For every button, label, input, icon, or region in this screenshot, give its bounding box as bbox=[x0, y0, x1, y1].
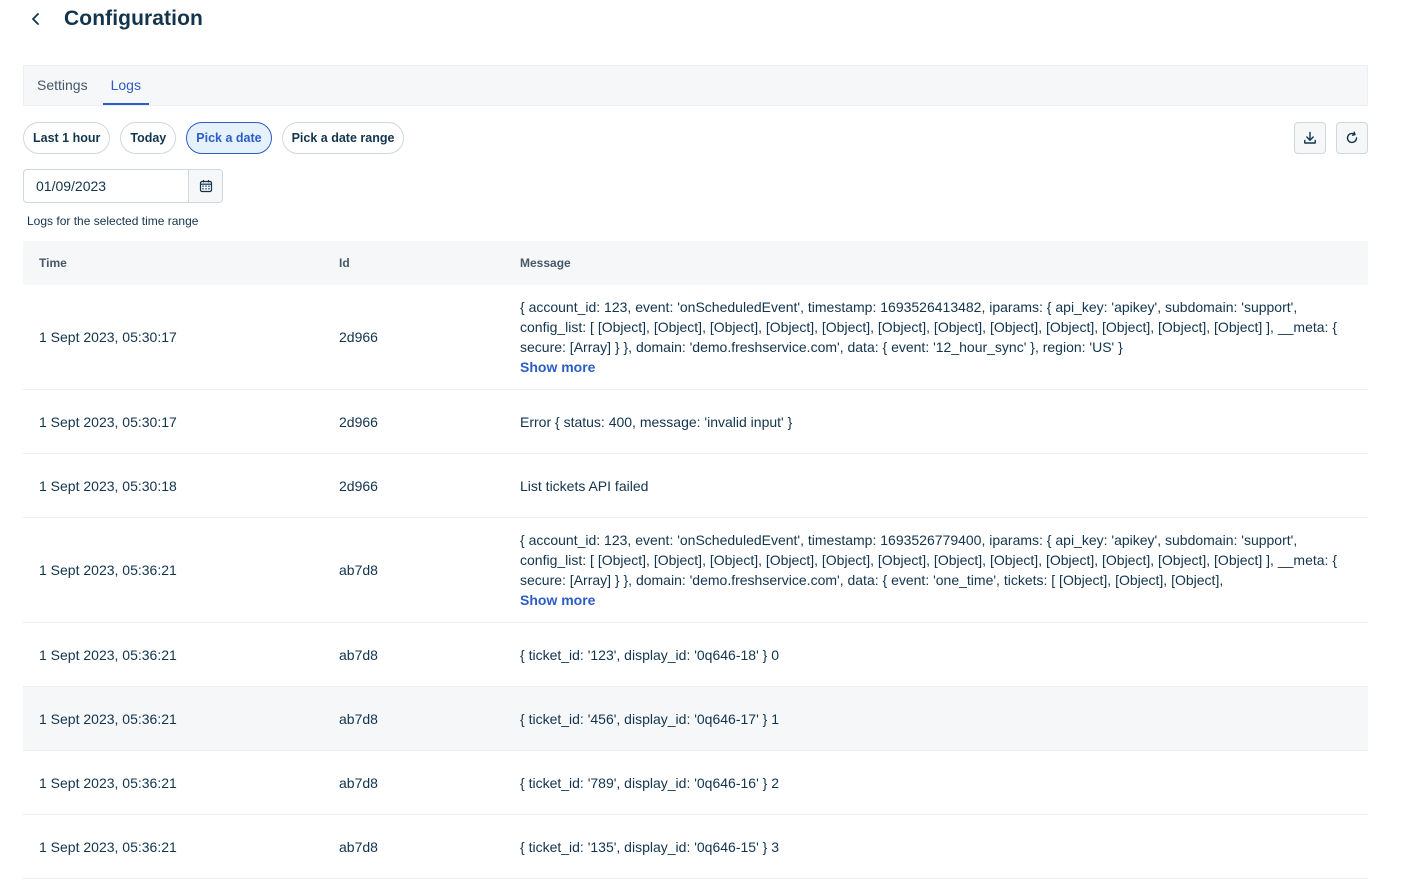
cell-time: 1 Sept 2023, 05:36:21 bbox=[39, 774, 177, 791]
cell-message: Error { status: 400, message: 'invalid i… bbox=[520, 413, 793, 430]
cell-message: { ticket_id: '789', display_id: '0q646-1… bbox=[520, 774, 779, 791]
logs-range-caption: Logs for the selected time range bbox=[27, 214, 199, 228]
cell-id: ab7d8 bbox=[339, 710, 378, 727]
cell-message: { account_id: 123, event: 'onScheduledEv… bbox=[504, 530, 1368, 610]
cell-time: 1 Sept 2023, 05:36:21 bbox=[39, 646, 177, 663]
calendar-button[interactable] bbox=[188, 170, 222, 202]
download-icon bbox=[1304, 131, 1316, 144]
column-header-id[interactable]: Id bbox=[323, 256, 504, 270]
table-row: 1 Sept 2023, 05:36:21 ab7d8 { ticket_id:… bbox=[23, 751, 1368, 815]
cell-id: ab7d8 bbox=[339, 646, 378, 663]
cell-message: { account_id: 123, event: 'onScheduledEv… bbox=[504, 297, 1368, 377]
message-text: { account_id: 123, event: 'onScheduledEv… bbox=[520, 299, 1337, 355]
cell-time: 1 Sept 2023, 05:36:21 bbox=[39, 562, 177, 578]
cell-message: { ticket_id: '456', display_id: '0q646-1… bbox=[520, 710, 779, 727]
table-row: 1 Sept 2023, 05:30:18 2d966 List tickets… bbox=[23, 454, 1368, 518]
cell-message: { ticket_id: '123', display_id: '0q646-1… bbox=[520, 646, 779, 663]
filter-pick-a-date[interactable]: Pick a date bbox=[186, 122, 272, 154]
cell-time: 1 Sept 2023, 05:36:21 bbox=[39, 838, 177, 855]
show-more-link[interactable]: Show more bbox=[520, 357, 595, 377]
back-button[interactable] bbox=[23, 6, 49, 32]
cell-id: ab7d8 bbox=[339, 774, 378, 791]
cell-id: ab7d8 bbox=[339, 838, 378, 855]
calendar-icon bbox=[199, 180, 212, 193]
table-row: 1 Sept 2023, 05:30:17 2d966 { account_id… bbox=[23, 285, 1368, 390]
table-row: 1 Sept 2023, 05:36:21 ab7d8 { ticket_id:… bbox=[23, 687, 1368, 751]
page-title: Configuration bbox=[64, 7, 203, 30]
table-row: 1 Sept 2023, 05:36:21 ab7d8 { ticket_id:… bbox=[23, 815, 1368, 879]
column-header-time[interactable]: Time bbox=[23, 256, 323, 270]
cell-time: 1 Sept 2023, 05:30:17 bbox=[39, 329, 177, 345]
message-text: { account_id: 123, event: 'onScheduledEv… bbox=[520, 532, 1337, 588]
refresh-button[interactable] bbox=[1336, 122, 1368, 154]
cell-id: 2d966 bbox=[339, 329, 378, 345]
table-row: 1 Sept 2023, 05:36:21 ab7d8 { account_id… bbox=[23, 518, 1368, 623]
table-header: Time Id Message bbox=[23, 241, 1368, 285]
chevron-left-icon bbox=[32, 13, 39, 25]
table-row: 1 Sept 2023, 05:36:21 ab7d8 { ticket_id:… bbox=[23, 623, 1368, 687]
column-header-message[interactable]: Message bbox=[504, 253, 1368, 273]
page-header: Configuration bbox=[23, 0, 203, 38]
tab-settings[interactable]: Settings bbox=[36, 66, 89, 105]
logs-table: Time Id Message 1 Sept 2023, 05:30:17 2d… bbox=[23, 241, 1368, 879]
time-filter-group: Last 1 hour Today Pick a date Pick a dat… bbox=[23, 122, 405, 154]
date-input[interactable] bbox=[24, 170, 184, 202]
table-row: 1 Sept 2023, 05:30:17 2d966 Error { stat… bbox=[23, 390, 1368, 454]
tab-bar: Settings Logs bbox=[23, 65, 1368, 106]
date-picker bbox=[23, 169, 223, 203]
tab-logs[interactable]: Logs bbox=[102, 66, 149, 105]
filter-last-1-hour[interactable]: Last 1 hour bbox=[23, 122, 111, 154]
filter-pick-a-date-range[interactable]: Pick a date range bbox=[281, 122, 405, 154]
cell-message: List tickets API failed bbox=[520, 477, 649, 494]
filter-today[interactable]: Today bbox=[120, 122, 177, 154]
cell-id: 2d966 bbox=[339, 413, 378, 430]
cell-message: { ticket_id: '135', display_id: '0q646-1… bbox=[520, 838, 779, 855]
download-button[interactable] bbox=[1294, 122, 1326, 154]
show-more-link[interactable]: Show more bbox=[520, 590, 595, 610]
cell-id: ab7d8 bbox=[339, 562, 378, 578]
cell-id: 2d966 bbox=[339, 477, 378, 494]
cell-time: 1 Sept 2023, 05:30:17 bbox=[39, 413, 177, 430]
cell-time: 1 Sept 2023, 05:30:18 bbox=[39, 477, 177, 494]
cell-time: 1 Sept 2023, 05:36:21 bbox=[39, 710, 177, 727]
refresh-icon bbox=[1346, 131, 1358, 144]
